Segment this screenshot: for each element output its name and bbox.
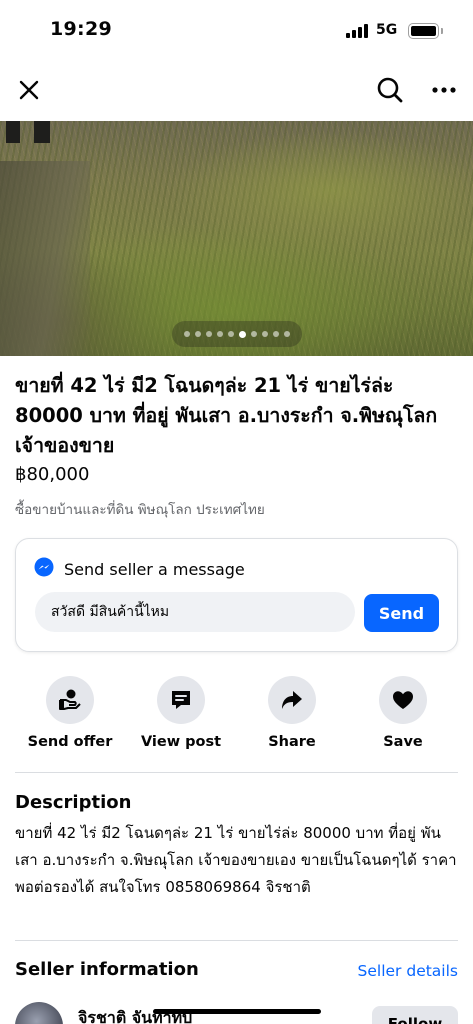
network-label: 5G: [376, 22, 398, 38]
divider: [15, 772, 458, 773]
home-indicator: [153, 1009, 321, 1014]
listing-photo[interactable]: [0, 121, 473, 356]
message-input[interactable]: [35, 592, 355, 632]
more-icon[interactable]: [426, 72, 462, 108]
listing-location: ซื้อขายบ้านและที่ดิน พิษณุโลก ประเทศไทย: [15, 502, 265, 518]
pager-dot: [228, 331, 234, 337]
pager-dot-active: [239, 330, 246, 338]
post-icon: [157, 676, 205, 724]
message-card: Send seller a message Send: [15, 538, 458, 652]
pager-dot: [195, 331, 201, 337]
action-row: Send offer View post Share Save: [0, 676, 473, 756]
seller-details-link[interactable]: Seller details: [358, 962, 458, 980]
status-bar: 19:29 5G: [0, 0, 473, 62]
offer-icon: [46, 676, 94, 724]
pager-dot: [206, 331, 212, 337]
share-label: Share: [268, 734, 316, 750]
top-nav: [0, 62, 473, 120]
pager-dot: [284, 331, 290, 337]
send-offer-label: Send offer: [27, 734, 113, 750]
description-text: ขายที่ 42 ไร่ มี2 โฉนดๆล่ะ 21 ไร่ ขายไร่…: [15, 824, 457, 896]
pager-dot: [184, 331, 190, 337]
search-icon[interactable]: [372, 72, 408, 108]
status-time: 19:29: [50, 18, 112, 40]
send-offer-button[interactable]: Send offer: [15, 676, 125, 750]
send-button[interactable]: Send: [364, 594, 439, 632]
close-icon[interactable]: [11, 72, 47, 108]
message-header: Send seller a message: [34, 557, 245, 581]
listing-title: ขายที่ 42 ไร่ มี2 โฉนดๆล่ะ 21 ไร่ ขายไร่…: [15, 374, 438, 457]
pager-dot: [262, 331, 268, 337]
listing-price: ฿80,000: [15, 464, 90, 485]
photo-pager: [172, 321, 302, 347]
heart-icon: [379, 676, 427, 724]
battery-icon: [408, 23, 439, 39]
messenger-icon: [34, 557, 54, 581]
divider: [15, 940, 458, 941]
pager-dot: [273, 331, 279, 337]
view-post-label: View post: [140, 734, 222, 750]
pager-dot: [217, 331, 223, 337]
avatar[interactable]: [15, 1002, 63, 1024]
save-label: Save: [383, 734, 423, 750]
seller-heading: Seller information: [15, 959, 199, 980]
share-button[interactable]: Share: [237, 676, 347, 750]
signal-icon: [346, 24, 370, 38]
pager-dot: [251, 331, 257, 337]
description-heading: Description: [15, 792, 132, 813]
follow-button[interactable]: Follow: [372, 1006, 458, 1024]
view-post-button[interactable]: View post: [126, 676, 236, 750]
save-button[interactable]: Save: [348, 676, 458, 750]
message-title: Send seller a message: [64, 559, 245, 579]
share-icon: [268, 676, 316, 724]
